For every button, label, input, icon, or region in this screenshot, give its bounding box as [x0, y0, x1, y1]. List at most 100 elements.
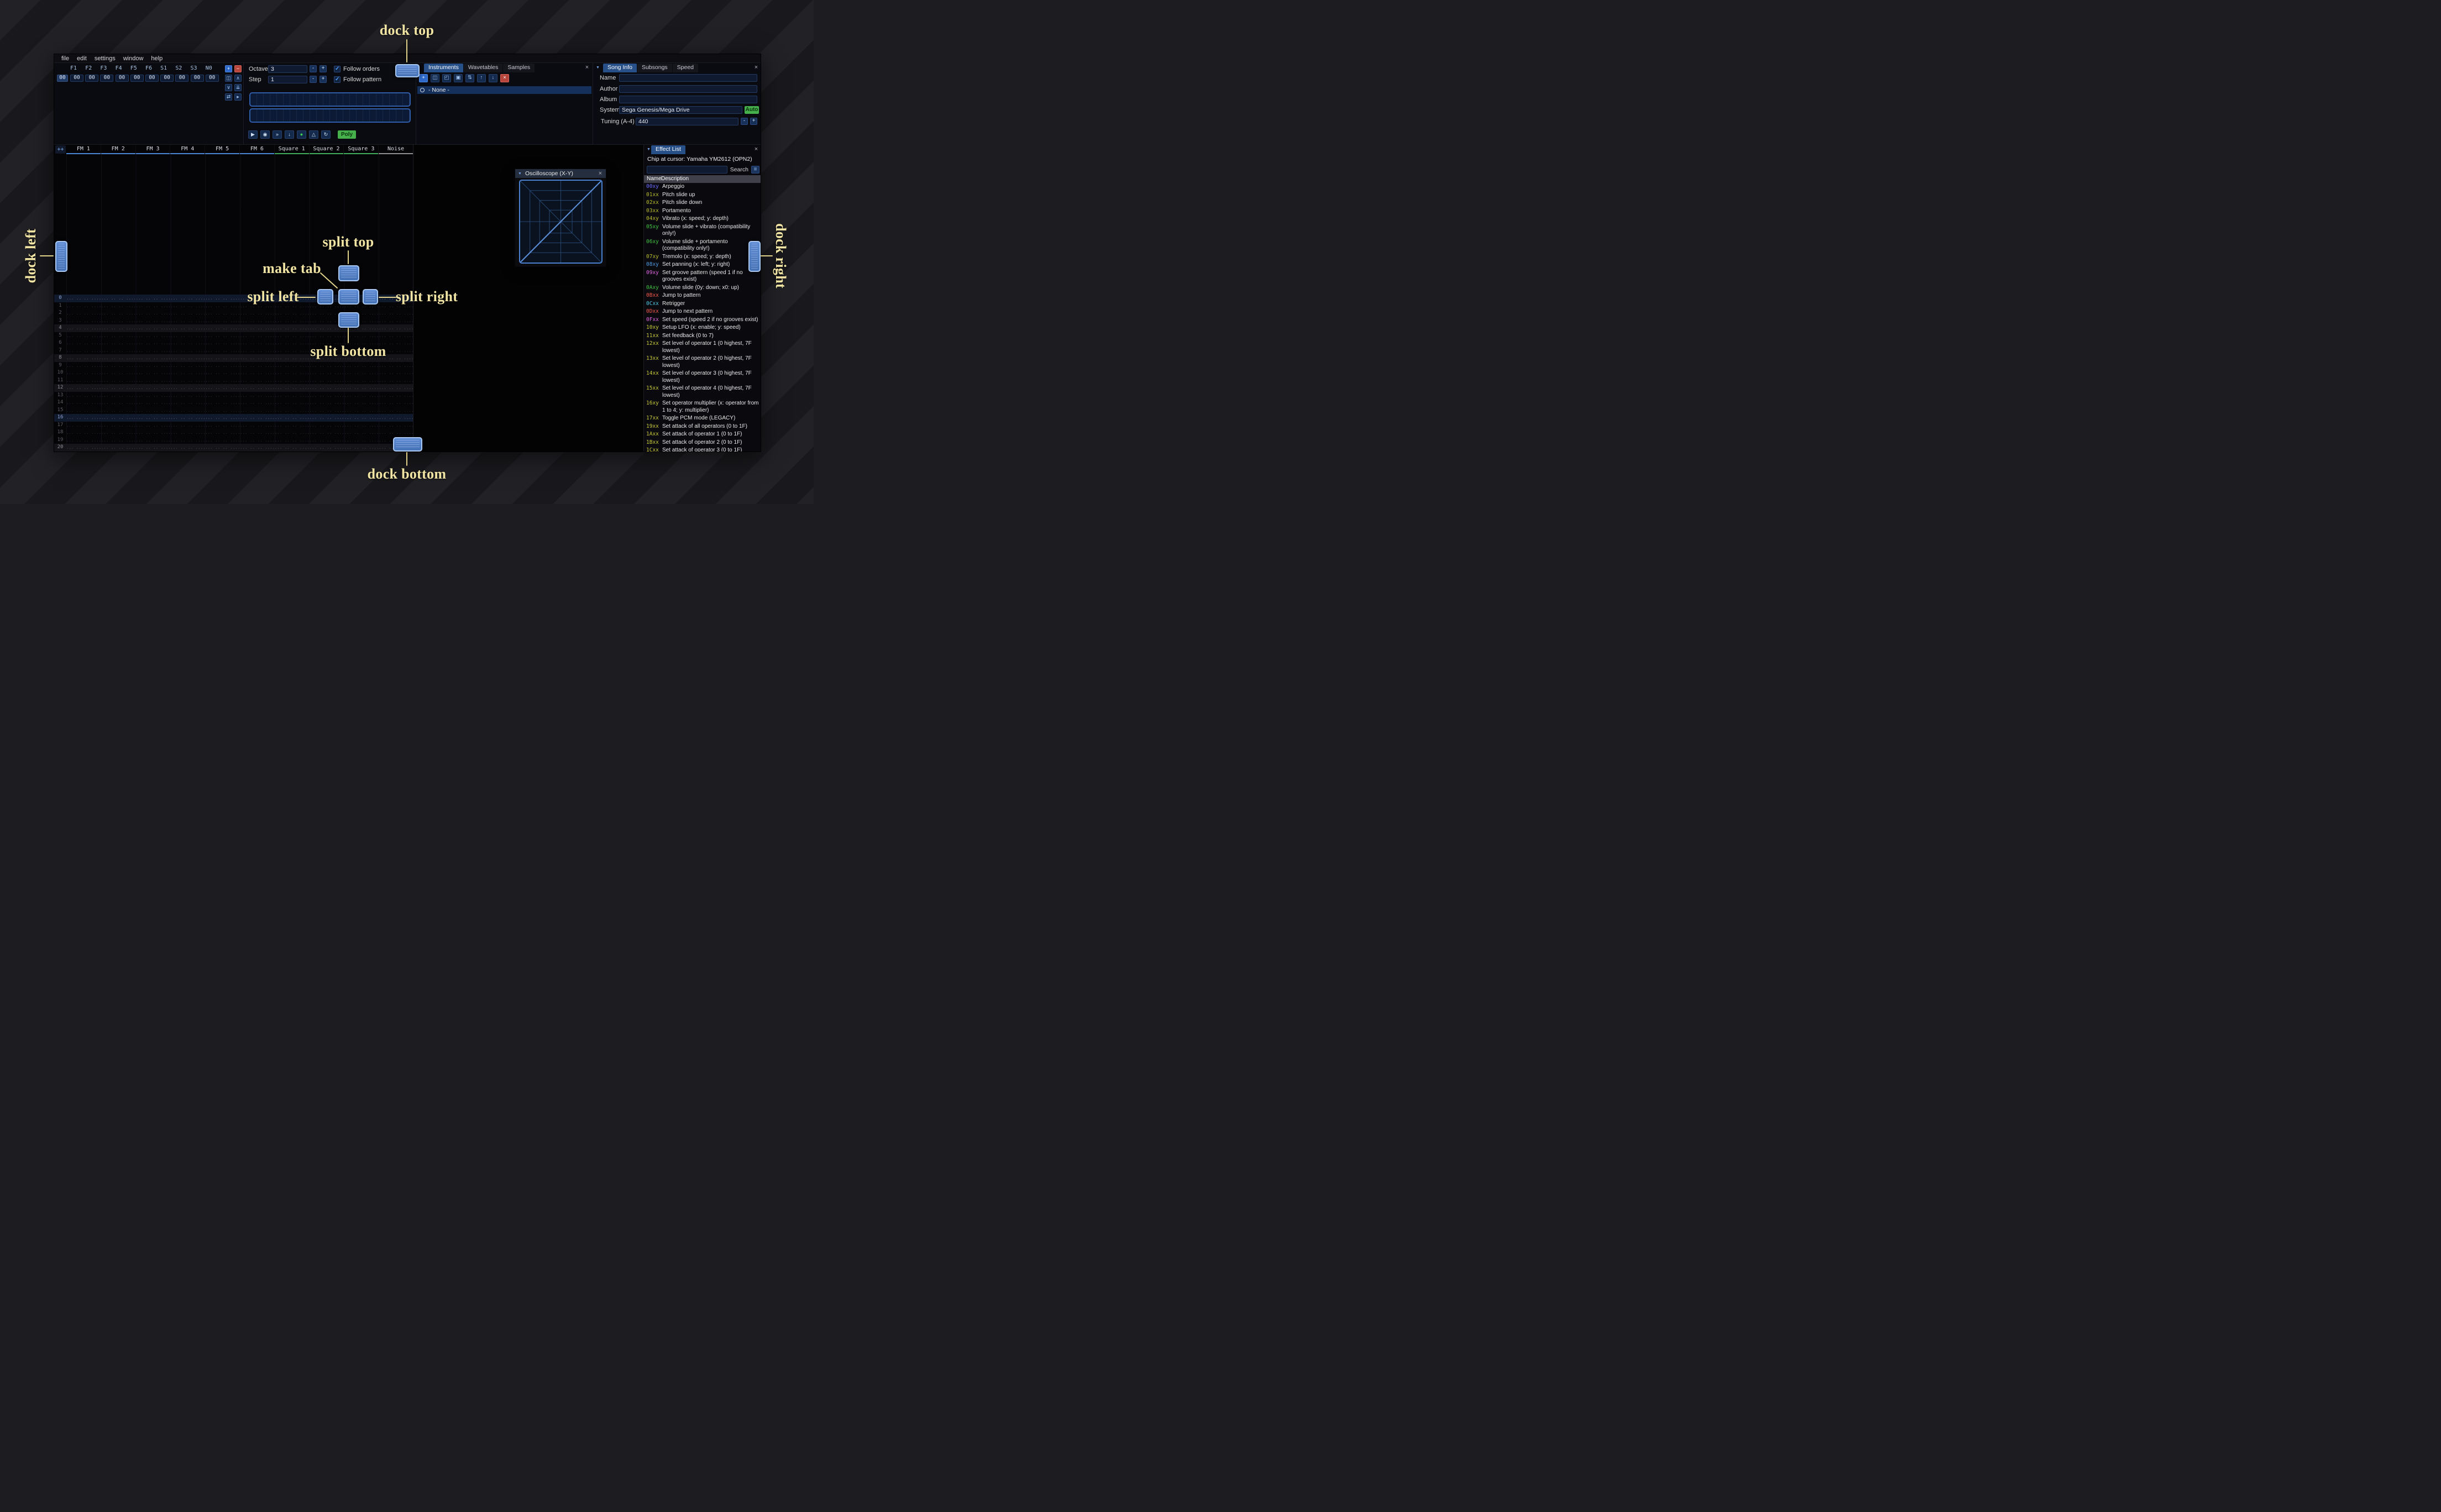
pattern-cell[interactable]: ... .. .. .... [66, 414, 101, 422]
dock-top-button[interactable] [395, 64, 420, 77]
pattern-cell[interactable]: ... .. .. .... [170, 347, 205, 355]
duplicate-instrument-icon[interactable]: ◫ [431, 74, 439, 82]
pattern-cell[interactable]: ... .. .. .... [344, 369, 379, 377]
split-top-button[interactable] [338, 265, 359, 281]
pattern-cell[interactable]: ... .. .. .... [136, 377, 171, 385]
pattern-cell[interactable]: ... .. .. .... [66, 444, 101, 452]
pattern-cell[interactable]: ... .. .. .... [101, 302, 136, 310]
close-icon[interactable]: × [584, 64, 590, 71]
piano-widget[interactable] [249, 92, 411, 124]
pattern-cell[interactable]: ... .. .. .... [170, 324, 205, 332]
pattern-cell[interactable]: ... .. .. .... [344, 452, 379, 453]
pattern-cell[interactable]: ... .. .. .... [101, 324, 136, 332]
field-input-name[interactable] [619, 74, 757, 82]
follow-pattern-checkbox[interactable] [334, 76, 341, 83]
pattern-cell[interactable]: ... .. .. .... [170, 452, 205, 453]
effect-list-row[interactable]: 07xy Tremolo (x: speed; y: depth) [644, 253, 761, 261]
pattern-cell[interactable]: ... .. .. .... [240, 317, 275, 325]
effect-list-row[interactable]: 0Axy Volume slide (0y: down; x0: up) [644, 284, 761, 292]
effect-list-row[interactable]: 0Dxx Jump to next pattern [644, 308, 761, 316]
pattern-cell[interactable]: ... .. .. .... [66, 354, 101, 362]
tab-wavetables[interactable]: Wavetables [463, 64, 503, 72]
pattern-cell[interactable]: ... .. .. .... [275, 407, 310, 414]
pattern-cell[interactable]: ... .. .. .... [275, 414, 310, 422]
pattern-cell[interactable]: ... .. .. .... [310, 407, 344, 414]
pattern-cell[interactable]: ... .. .. .... [66, 302, 101, 310]
pattern-cell[interactable]: ... .. .. .... [170, 332, 205, 340]
split-right-button[interactable] [363, 289, 378, 305]
effect-list-row[interactable]: 10xy Setup LFO (x: enable; y: speed) [644, 324, 761, 332]
pattern-cell[interactable]: ... .. .. .... [275, 362, 310, 370]
pattern-cell[interactable]: ... .. .. .... [275, 339, 310, 347]
pattern-cell[interactable]: ... .. .. .... [240, 377, 275, 385]
order-cell[interactable]: 00 [205, 75, 219, 82]
edit-toggle-icon[interactable]: ● [297, 130, 306, 139]
effect-list-row[interactable]: 06xy Volume slide + portamento (compatibi… [644, 238, 761, 253]
effect-list-row[interactable]: 1Cxx Set attack of operator 3 (0 to 1F) [644, 447, 761, 452]
pattern-cell[interactable]: ... .. .. .... [240, 414, 275, 422]
pattern-cell[interactable]: ... .. .. .... [66, 407, 101, 414]
pattern-cell[interactable]: ... .. .. .... [170, 377, 205, 385]
dock-right-button[interactable] [748, 241, 761, 272]
effect-list-row[interactable]: 02xx Pitch slide down [644, 199, 761, 207]
pattern-cell[interactable]: ... .. .. .... [240, 429, 275, 437]
pattern-cell[interactable]: ... .. .. .... [379, 309, 413, 317]
tab-effect-list[interactable]: Effect List [651, 145, 685, 154]
pattern-cell[interactable]: ... .. .. .... [240, 324, 275, 332]
channel-header-fm-2[interactable]: FM 2 [101, 145, 136, 154]
pattern-cell[interactable]: ... .. .. .... [136, 317, 171, 325]
pattern-cell[interactable]: ... .. .. .... [240, 347, 275, 355]
pattern-cell[interactable]: ... .. .. .... [170, 407, 205, 414]
pattern-cell[interactable]: ... .. .. .... [205, 422, 240, 429]
pattern-cell[interactable]: ... .. .. .... [240, 407, 275, 414]
channel-header-square-2[interactable]: Square 2 [309, 145, 344, 154]
pattern-cell[interactable]: ... .. .. .... [101, 444, 136, 452]
pattern-cell[interactable]: ... .. .. .... [379, 414, 413, 422]
pattern-cell[interactable]: ... .. .. .... [101, 354, 136, 362]
order-cell[interactable]: 00 [70, 75, 83, 82]
tab-speed[interactable]: Speed [672, 64, 699, 72]
pattern-cell[interactable]: ... .. .. .... [101, 452, 136, 453]
menu-item-help[interactable]: help [147, 54, 166, 63]
pattern-cell[interactable]: ... .. .. .... [344, 422, 379, 429]
pattern-cell[interactable]: ... .. .. .... [310, 444, 344, 452]
pattern-cell[interactable]: ... .. .. .... [136, 354, 171, 362]
channel-header-square-1[interactable]: Square 1 [274, 145, 310, 154]
move-order-down-icon[interactable]: ∨ [225, 84, 232, 91]
order-cell[interactable]: 00 [115, 75, 129, 82]
pattern-cell[interactable]: ... .. .. .... [379, 407, 413, 414]
pattern-cell[interactable]: ... .. .. .... [136, 324, 171, 332]
pattern-cell[interactable]: ... .. .. .... [205, 362, 240, 370]
pattern-cell[interactable]: ... .. .. .... [136, 369, 171, 377]
collapse-icon[interactable]: ▼ [518, 172, 522, 176]
octave-input[interactable]: 3 [268, 65, 307, 73]
pattern-cell[interactable]: ... .. .. .... [136, 392, 171, 400]
play-icon[interactable]: ▶ [248, 130, 258, 139]
pattern-cell[interactable]: ... .. .. .... [240, 399, 275, 407]
move-instrument-down-icon[interactable]: ↓ [489, 74, 497, 82]
pattern-cell[interactable]: ... .. .. .... [136, 437, 171, 444]
pattern-cell[interactable]: ... .. .. .... [170, 339, 205, 347]
pattern-cell[interactable]: ... .. .. .... [66, 422, 101, 429]
pattern-cell[interactable]: ... .. .. .... [240, 437, 275, 444]
pattern-cell[interactable]: ... .. .. .... [136, 347, 171, 355]
channel-header-fm-5[interactable]: FM 5 [205, 145, 240, 154]
repeat-pattern-icon[interactable]: ↻ [321, 130, 331, 139]
pattern-cell[interactable]: ... .. .. .... [136, 309, 171, 317]
pattern-cell[interactable]: ... .. .. .... [344, 332, 379, 340]
tab-subsongs[interactable]: Subsongs [637, 64, 672, 72]
instrument-folders-icon[interactable]: ⇅ [465, 74, 474, 82]
pattern-cell[interactable]: ... .. .. .... [240, 354, 275, 362]
pattern-cell[interactable]: ... .. .. .... [136, 332, 171, 340]
pattern-cell[interactable]: ... .. .. .... [240, 339, 275, 347]
tuning-input[interactable]: 440 [636, 118, 738, 125]
effect-list-row[interactable]: 00xy Arpeggio [644, 183, 761, 191]
pattern-cell[interactable]: ... .. .. .... [310, 392, 344, 400]
pattern-cell[interactable]: ... .. .. .... [101, 384, 136, 392]
effect-search-input[interactable] [647, 165, 727, 174]
pattern-cell[interactable]: ... .. .. .... [170, 437, 205, 444]
pattern-cell[interactable]: ... .. .. .... [170, 422, 205, 429]
pattern-cell[interactable]: ... .. .. .... [275, 384, 310, 392]
pattern-cell[interactable]: ... .. .. .... [66, 369, 101, 377]
pattern-cell[interactable]: ... .. .. .... [310, 414, 344, 422]
